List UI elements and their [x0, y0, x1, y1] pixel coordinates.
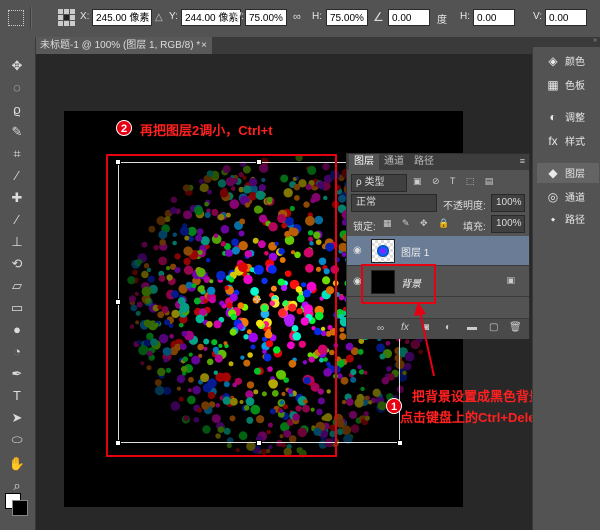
path-select-tool-icon[interactable]: ➤	[7, 409, 27, 427]
fill-label: 填充:	[463, 222, 486, 233]
transform-handle-br[interactable]	[397, 440, 403, 446]
opacity-label: 不透明度:	[443, 201, 486, 212]
paths-icon: ⬩	[550, 212, 556, 226]
angle-field[interactable]: 0.00	[388, 9, 430, 26]
transform-tool-icon[interactable]	[8, 10, 24, 26]
layer-filter-select[interactable]: ρ 类型	[351, 174, 407, 192]
shape-tool-icon[interactable]: ⬭	[7, 431, 27, 449]
document-tab-title: 未标题-1 @ 100% (图层 1, RGB/8) *	[40, 40, 201, 51]
dock-swatches[interactable]: ▦ 色板	[545, 75, 600, 95]
new-layer-icon[interactable]: ▢	[489, 322, 498, 333]
document-tab[interactable]: 未标题-1 @ 100% (图层 1, RGB/8) * ×	[36, 37, 212, 54]
step-1-line2: 点击键盘上的Ctrl+Delete	[400, 410, 547, 425]
h-label: H:	[312, 11, 322, 22]
layers-panel-tabs: 图层 通道 路径 ≡	[347, 154, 529, 170]
trash-icon[interactable]: 🗑	[509, 322, 522, 333]
dock-layers[interactable]: ◆ 图层	[537, 163, 599, 183]
pen-tool-icon[interactable]: ✒	[7, 365, 27, 383]
x-field[interactable]: 245.00 像素	[92, 9, 152, 26]
background-color-swatch[interactable]	[12, 500, 28, 516]
type-tool-icon[interactable]: T	[7, 387, 27, 405]
tab-paths[interactable]: 路径	[409, 154, 439, 170]
healing-brush-tool-icon[interactable]: ✚	[7, 189, 27, 207]
tab-channels[interactable]: 通道	[379, 154, 409, 170]
lasso-tool-icon[interactable]: ϱ	[7, 101, 27, 119]
annotation-arrow	[414, 302, 435, 377]
step-2-badge: 2	[116, 120, 132, 136]
w-label: W:	[232, 11, 245, 22]
tab-layers[interactable]: 图层	[349, 154, 379, 170]
crop-tool-icon[interactable]: ⌗	[7, 145, 27, 163]
height-field[interactable]: 75.00%	[326, 9, 368, 26]
angle-unit: 度	[437, 15, 447, 26]
channels-icon: ◎	[547, 190, 559, 204]
adjustments-icon: ◐	[549, 110, 557, 124]
options-bar: X: 245.00 像素 △ Y: 244.00 像素 W: 75.00% ∞ …	[0, 0, 600, 38]
dock-paths[interactable]: ⬩ 路径	[545, 209, 600, 229]
right-panel-dock: » ◈ 颜色 ▦ 色板 ◐ 调整 fx 样式 ◆ 图层 ◎ 通道 ⬩ 路径	[532, 37, 600, 530]
history-brush-tool-icon[interactable]: ⟲	[7, 255, 27, 273]
marquee-tool-icon[interactable]: ◌	[7, 79, 27, 97]
brush-tool-icon[interactable]: ∕	[7, 211, 27, 229]
gradient-tool-icon[interactable]: ▭	[7, 299, 27, 317]
blend-mode-select[interactable]: 正常	[351, 194, 437, 212]
vskew-field[interactable]: 0.00	[545, 9, 587, 26]
swatches-icon: ▦	[547, 78, 559, 92]
opacity-field[interactable]: 100%	[491, 194, 525, 212]
hand-tool-icon[interactable]: ✋	[7, 455, 27, 473]
link-icon[interactable]: ∞	[293, 11, 301, 23]
rotate-icon: ∠	[373, 10, 384, 24]
layer-row-layer1[interactable]: ◉ 图层 1	[347, 236, 529, 266]
blur-tool-icon[interactable]: ●	[7, 321, 27, 339]
width-field[interactable]: 75.00%	[245, 9, 287, 26]
group-icon[interactable]: ▬	[467, 322, 477, 333]
step-2-text: 再把图层2调小，Ctrl+t	[140, 123, 273, 138]
tools-panel: ✥ ◌ ϱ ✎ ⌗ ⁄ ✚ ∕ ⊥ ⟲ ▱ ▭ ● ◔ ✒ T ➤ ⬭ ✋ ⌕	[0, 37, 36, 530]
quick-select-tool-icon[interactable]: ✎	[7, 123, 27, 141]
layer1-thumbnail	[371, 239, 395, 263]
x-label: X:	[80, 11, 90, 22]
hskew-label: H:	[460, 11, 470, 22]
fill-field[interactable]: 100%	[491, 215, 525, 233]
dock-channels[interactable]: ◎ 通道	[545, 187, 600, 207]
relative-position-icon[interactable]: △	[155, 12, 163, 23]
layers-icon: ◆	[548, 166, 558, 180]
annotation-box-transform	[106, 154, 337, 457]
step-1-line1: 把背景设置成黑色背景	[412, 389, 543, 404]
lock-icons[interactable]: ▦ ✎ ✥ 🔒	[383, 218, 453, 229]
y-label: Y:	[169, 11, 178, 22]
adjustment-layer-icon[interactable]: ◐	[445, 322, 451, 333]
reference-point-icon[interactable]	[58, 9, 75, 26]
layer1-name: 图层 1	[401, 248, 430, 259]
eye-icon[interactable]: ◉	[353, 245, 362, 256]
dodge-tool-icon[interactable]: ◔	[7, 343, 27, 361]
collapse-dock-icon[interactable]: »	[533, 37, 600, 47]
close-icon[interactable]: ×	[201, 37, 207, 54]
dock-adjustments[interactable]: ◐ 调整	[545, 107, 600, 127]
annotation-box-background	[361, 264, 436, 304]
clone-stamp-tool-icon[interactable]: ⊥	[7, 233, 27, 251]
dock-color[interactable]: ◈ 颜色	[545, 51, 600, 71]
lock-label: 锁定:	[353, 222, 376, 233]
dock-styles[interactable]: fx 样式	[545, 131, 600, 151]
eraser-tool-icon[interactable]: ▱	[7, 277, 27, 295]
link-layers-icon[interactable]: ∞	[377, 323, 384, 334]
styles-icon: fx	[548, 134, 558, 148]
vskew-label: V:	[533, 11, 543, 22]
eyedropper-tool-icon[interactable]: ⁄	[7, 167, 27, 185]
hskew-field[interactable]: 0.00	[473, 9, 515, 26]
color-icon: ◈	[548, 54, 558, 68]
panel-menu-icon[interactable]: ≡	[520, 156, 525, 166]
move-tool-icon[interactable]: ✥	[7, 57, 27, 75]
filter-icons[interactable]: ▣ ⊘ T ⬚ ▤	[413, 176, 497, 187]
lock-icon: ▣	[506, 275, 515, 285]
